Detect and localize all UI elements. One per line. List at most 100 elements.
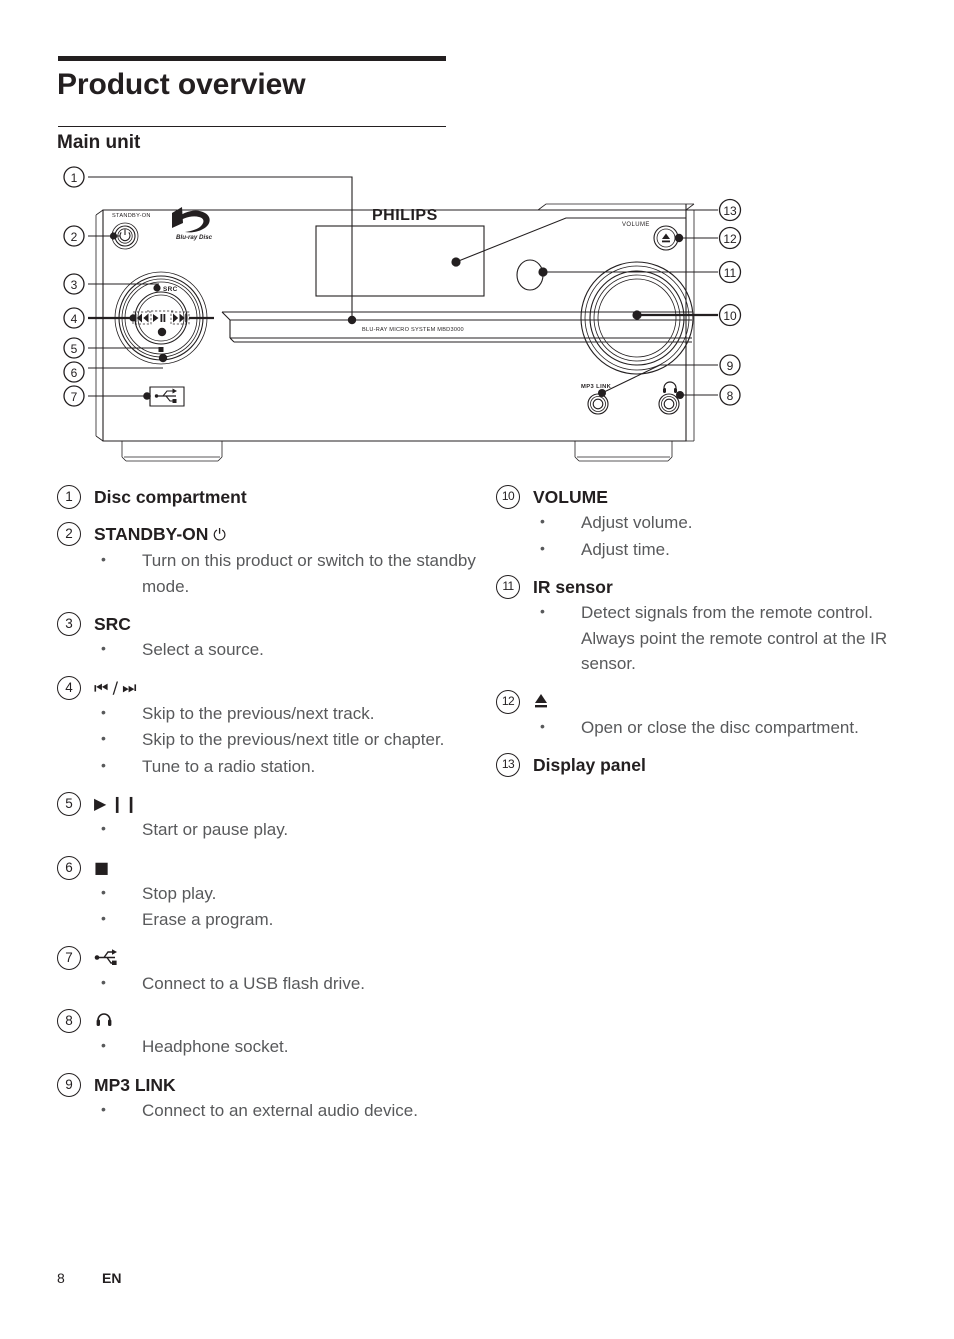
diagram-callout-12: 12 — [718, 226, 742, 250]
legend-item-3: 3 SRC Select a source. — [57, 612, 477, 663]
svg-text:12: 12 — [723, 232, 737, 246]
svg-text:10: 10 — [723, 309, 737, 323]
src-dot — [153, 284, 161, 292]
title-rule — [58, 56, 446, 61]
power-icon: ⏻ — [213, 525, 226, 544]
legend-number: 13 — [496, 753, 520, 777]
mp3-link-jack: MP3 LINK — [581, 384, 611, 415]
legend-bullet: Headphone socket. — [57, 1033, 477, 1060]
svg-text:1: 1 — [71, 171, 78, 185]
src-label-svg: SRC — [163, 286, 178, 293]
callout-dot-10 — [632, 310, 642, 320]
legend-item-4: 4 ⏮ / ⏭ Skip to the previous/next track.… — [57, 675, 477, 780]
legend-bullet: Tune to a radio station. — [57, 753, 477, 780]
page-number: 8 — [57, 1270, 65, 1286]
legend-bullet: Stop play. — [57, 880, 477, 907]
legend-label: STANDBY-ON ⏻ — [94, 522, 226, 547]
legend-item-11: 11 IR sensor Detect signals from the rem… — [496, 575, 916, 677]
legend-bullet: Connect to a USB flash drive. — [57, 970, 477, 997]
headphone-jack — [658, 381, 684, 415]
manual-page: Product overview Main unit .ln { fill:no… — [0, 0, 954, 1339]
diagram-callout-7: 7 — [63, 385, 85, 407]
legend-bullets: Connect to a USB flash drive. — [57, 970, 477, 997]
legend-item-9: 9 MP3 LINK Connect to an external audio … — [57, 1072, 477, 1124]
legend-bullet: Erase a program. — [57, 906, 477, 933]
legend-item-5: 5 ▶ ❙❙ Start or pause play. — [57, 792, 477, 843]
svg-text:6: 6 — [71, 366, 78, 380]
diagram-callout-3: 3 — [63, 273, 85, 295]
diagram-callout-9: 9 — [719, 354, 741, 376]
legend-bullets: Select a source. — [57, 636, 477, 663]
svg-text:3: 3 — [71, 278, 78, 292]
legend-bullet: Start or pause play. — [57, 816, 477, 843]
section-rule — [58, 126, 446, 127]
legend-item-10: 10 VOLUME Adjust volume. Adjust time. — [496, 485, 916, 562]
callout-dot-8 — [676, 391, 684, 399]
play-pause-icon: ▶ ❙❙ — [94, 794, 139, 813]
legend-bullets: Skip to the previous/next track. Skip to… — [57, 700, 477, 780]
legend-item-2: 2 STANDBY-ON ⏻ Turn on this product or s… — [57, 522, 477, 599]
diagram-callout-5: 5 — [63, 337, 85, 359]
legend-item-13: 13 Display panel — [496, 753, 916, 777]
model-text-svg: BLU-RAY MICRO SYSTEM MBD3000 — [362, 327, 464, 333]
svg-text:7: 7 — [71, 390, 78, 404]
svg-text:9: 9 — [727, 359, 734, 373]
eject-button — [653, 225, 684, 251]
diagram-callout-4: 4 — [63, 307, 85, 329]
headphone-icon-svg — [663, 381, 677, 393]
legend-label-text: STANDBY-ON — [94, 524, 209, 544]
legend-bullets: Stop play. Erase a program. — [57, 880, 477, 933]
legend-label: Disc compartment — [94, 487, 247, 507]
legend-number: 7 — [57, 945, 81, 970]
legend-bullet: Skip to the previous/next title or chapt… — [57, 726, 477, 753]
legend-bullets: Open or close the disc compartment. — [496, 714, 916, 741]
legend-bullet: Detect signals from the remote control. … — [496, 599, 916, 677]
standby-label-svg: STANDBY-ON — [112, 213, 151, 219]
legend-bullet: Adjust volume. — [496, 509, 916, 536]
diagram-callout-13: 13 — [718, 198, 742, 222]
eject-icon — [533, 690, 549, 714]
usb-port — [143, 386, 185, 407]
callout-dot-7 — [143, 392, 151, 400]
callout-dot-2 — [109, 232, 118, 240]
legend-number: 9 — [57, 1072, 81, 1097]
diagram-callout-11: 11 — [718, 260, 742, 284]
svg-text:4: 4 — [71, 312, 78, 326]
main-unit-diagram: .ln { fill:none; stroke:#231f20; stroke-… — [0, 160, 954, 470]
svg-text:8: 8 — [727, 389, 734, 403]
diagram-callout-10: 10 — [718, 303, 742, 327]
svg-text:11: 11 — [724, 266, 737, 280]
legend-bullet: Connect to an external audio device. — [57, 1097, 477, 1124]
legend-bullets: Start or pause play. — [57, 816, 477, 843]
legend-bullets: Connect to an external audio device. — [57, 1097, 477, 1124]
legend-item-12: 12 Open or close the disc compartment. — [496, 689, 916, 741]
callout-dot-1 — [347, 315, 357, 325]
legend-column-right: 10 VOLUME Adjust volume. Adjust time. 11… — [496, 485, 916, 790]
legend-bullets: Turn on this product or switch to the st… — [57, 547, 477, 599]
usb-icon-svg — [154, 388, 177, 403]
page-title: Product overview — [57, 68, 306, 101]
legend-label: MP3 LINK — [94, 1074, 176, 1095]
legend-number: 2 — [57, 522, 81, 546]
philips-brand-svg: PHILIPS — [372, 207, 438, 224]
legend-bullet: Adjust time. — [496, 536, 916, 563]
legend-bullet: Select a source. — [57, 636, 477, 663]
svg-text:13: 13 — [723, 204, 737, 218]
legend-column-left: 1 Disc compartment 2 STANDBY-ON ⏻ Turn o… — [57, 485, 477, 1136]
callout-dot-5 — [157, 327, 167, 337]
volume-label-svg: VOLUME — [622, 222, 650, 228]
legend-item-7: 7 Connect to a USB flash drive. — [57, 945, 477, 997]
callout-dot-13 — [451, 257, 461, 267]
legend-number: 8 — [57, 1009, 81, 1033]
legend-bullets: Detect signals from the remote control. … — [496, 599, 916, 677]
legend-item-1: 1 Disc compartment — [57, 485, 477, 509]
svg-text:2: 2 — [71, 230, 78, 244]
legend-bullet: Open or close the disc compartment. — [496, 714, 916, 741]
legend-number: 11 — [496, 575, 520, 599]
legend-bullet: Turn on this product or switch to the st… — [57, 547, 477, 599]
legend-label: Display panel — [533, 755, 646, 775]
legend-number: 12 — [496, 689, 520, 714]
legend-number: 6 — [57, 855, 81, 880]
legend-bullets: Adjust volume. Adjust time. — [496, 509, 916, 563]
bluray-disc-logo-svg: Blu-ray Disc — [172, 207, 213, 241]
